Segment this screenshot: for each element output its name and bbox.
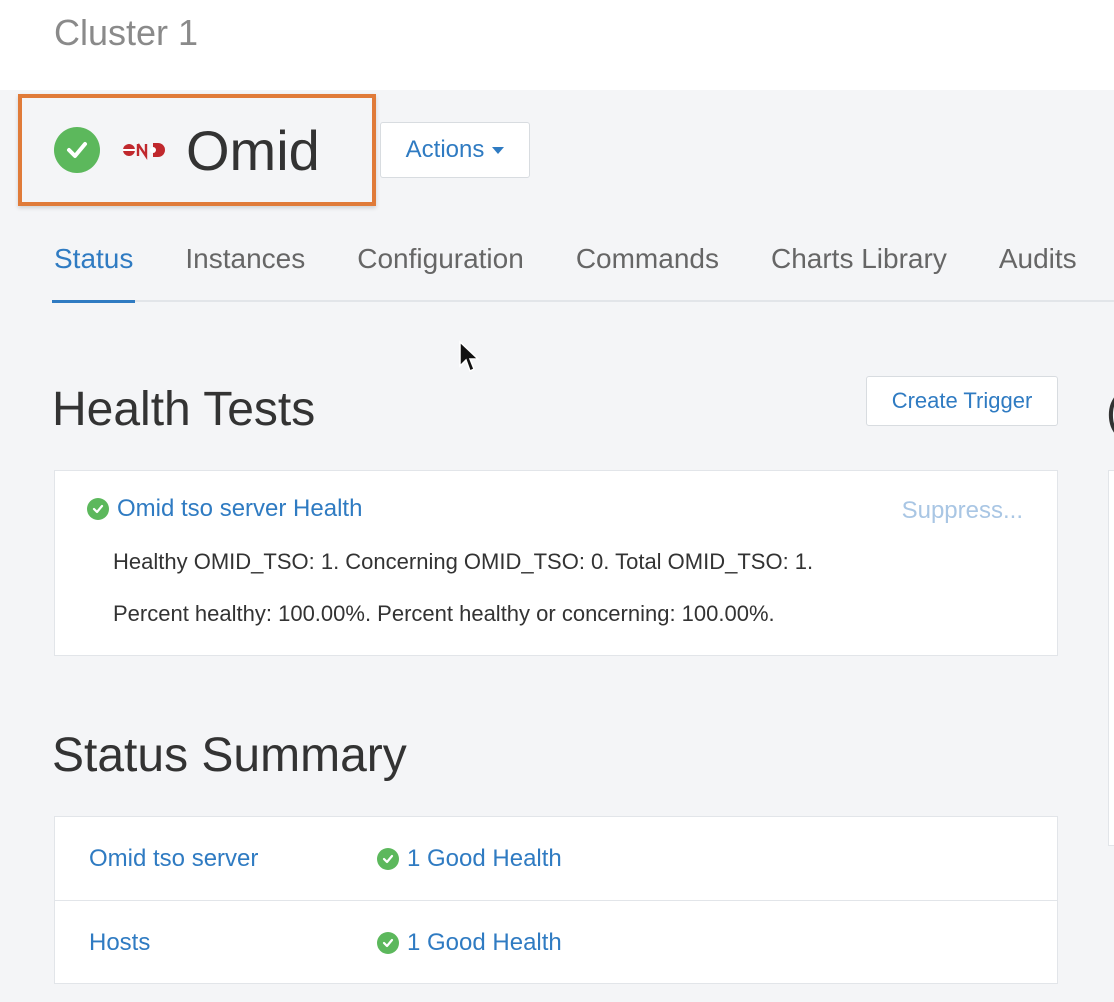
check-circle-icon — [377, 932, 399, 954]
table-row: Omid tso server 1 Good Health — [55, 817, 1057, 901]
omid-logo-icon — [122, 139, 170, 161]
right-panel-title-fragment: ( — [1106, 384, 1114, 438]
service-header-highlight: Omid — [18, 94, 376, 206]
caret-down-icon — [492, 146, 505, 154]
check-circle-icon — [87, 498, 109, 520]
actions-label: Actions — [405, 136, 485, 163]
summary-row-name-link[interactable]: Omid tso server — [55, 845, 377, 873]
health-tests-title: Health Tests — [52, 383, 316, 436]
service-tabs: Status Instances Configuration Commands … — [51, 235, 1114, 303]
check-circle-icon — [377, 847, 399, 870]
health-test-link[interactable]: Omid tso server Health — [87, 495, 362, 523]
suppress-link[interactable]: Suppress... — [902, 497, 1023, 525]
tab-audits[interactable]: Audits — [999, 235, 1077, 301]
health-test-detail-line: Percent healthy: 100.00%. Percent health… — [113, 601, 775, 626]
tab-status[interactable]: Status — [51, 235, 136, 303]
actions-dropdown-button[interactable]: Actions — [380, 122, 530, 178]
cluster-name[interactable]: Cluster 1 — [54, 12, 198, 54]
summary-row-status-link[interactable]: 1 Good Health — [377, 845, 562, 873]
health-test-card: Omid tso server Health Suppress... Healt… — [54, 470, 1058, 656]
tab-charts-library[interactable]: Charts Library — [771, 235, 947, 301]
status-summary-table: Omid tso server 1 Good Health Hosts 1 Go… — [54, 816, 1058, 984]
status-summary-title: Status Summary — [52, 729, 407, 782]
summary-row-status-link[interactable]: 1 Good Health — [377, 929, 562, 957]
mouse-pointer-icon — [458, 340, 480, 379]
check-circle-icon — [54, 127, 100, 173]
tab-configuration[interactable]: Configuration — [357, 235, 524, 301]
health-test-name: Omid tso server Health — [117, 495, 363, 522]
right-panel — [1108, 470, 1114, 846]
summary-row-status-label: 1 Good Health — [407, 929, 562, 956]
summary-row-name-link[interactable]: Hosts — [55, 929, 377, 957]
summary-row-status-label: 1 Good Health — [407, 844, 562, 872]
health-test-detail-line: Healthy OMID_TSO: 1. Concerning OMID_TSO… — [113, 549, 814, 574]
service-title: Omid — [186, 118, 320, 182]
tab-commands[interactable]: Commands — [576, 235, 719, 301]
table-row: Hosts 1 Good Health — [55, 901, 1057, 985]
tab-instances[interactable]: Instances — [185, 235, 305, 301]
create-trigger-button[interactable]: Create Trigger — [866, 376, 1058, 426]
